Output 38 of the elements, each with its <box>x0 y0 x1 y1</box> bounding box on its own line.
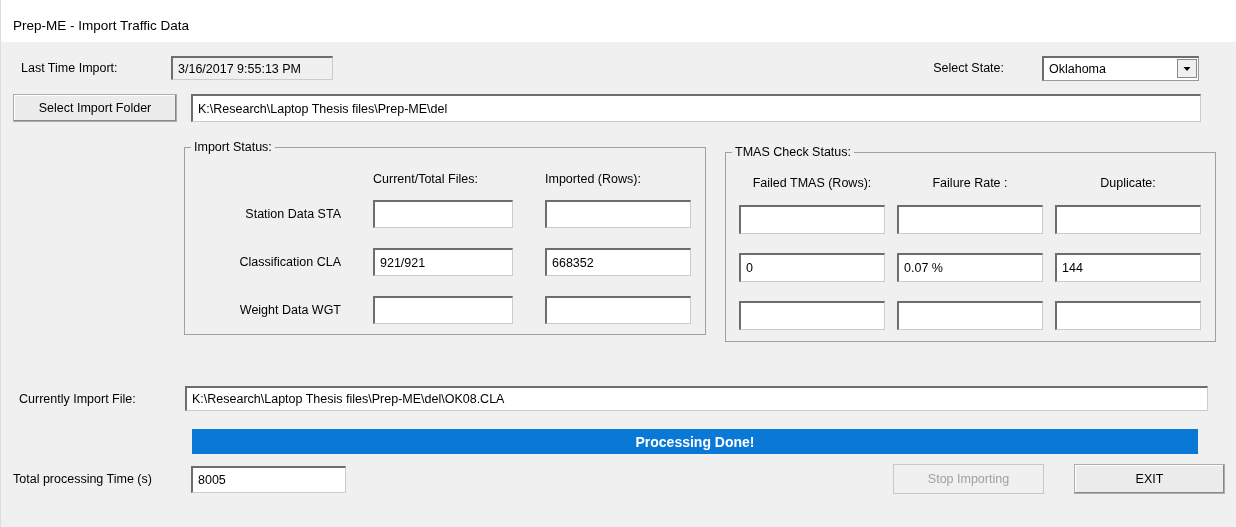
action-button[interactable]: EXIT <box>1074 464 1225 494</box>
column-heading: Failed TMAS (Rows): <box>751 176 873 190</box>
status-field[interactable] <box>897 204 1043 234</box>
files-field[interactable] <box>373 200 513 228</box>
column-heading: Failure Rate : <box>931 176 1009 190</box>
rows-field[interactable]: 668352 <box>545 248 691 276</box>
rows-field[interactable] <box>545 296 691 324</box>
row-label: Station Data STA <box>244 207 341 221</box>
group-title: Import Status: <box>193 140 273 154</box>
status-field[interactable]: 0 <box>739 252 885 282</box>
column-heading: Imported (Rows): <box>545 172 642 186</box>
status-field[interactable] <box>739 204 885 234</box>
progress-text: Processing Done! <box>635 433 755 450</box>
files-field[interactable]: 921/921 <box>373 248 513 276</box>
state-dropdown[interactable]: Oklahoma <box>1042 55 1199 81</box>
status-field[interactable]: 144 <box>1055 252 1201 282</box>
field-label: Last Time Import: <box>20 61 119 75</box>
row-label: Classification CLA <box>238 255 341 269</box>
column-heading: Current/Total Files: <box>373 172 479 186</box>
files-field[interactable] <box>373 296 513 324</box>
status-field[interactable] <box>1055 204 1201 234</box>
field-label: Select State: <box>933 61 1004 75</box>
status-field[interactable]: 0.07 % <box>897 252 1043 282</box>
status-field[interactable] <box>897 300 1043 330</box>
group-title: TMAS Check Status: <box>734 145 852 159</box>
rows-field[interactable] <box>545 200 691 228</box>
select-folder-button[interactable]: Select Import Folder <box>13 94 177 122</box>
field-label: Total processing Time (s) <box>12 472 153 486</box>
total-time-field[interactable]: 8005 <box>191 465 346 493</box>
window-title: Prep-ME - Import Traffic Data <box>13 17 190 33</box>
status-field[interactable] <box>739 300 885 330</box>
row-label: Weight Data WGT <box>238 303 341 317</box>
field-label: Currently Import File: <box>18 391 137 406</box>
folder-path-field[interactable]: K:\Research\Laptop Thesis files\Prep-ME\del <box>191 94 1201 122</box>
status-field[interactable] <box>1055 300 1201 330</box>
last-import-field[interactable]: 3/16/2017 9:55:13 PM <box>171 56 333 80</box>
column-heading: Duplicate: <box>1099 176 1157 190</box>
current-file-field[interactable]: K:\Research\Laptop Thesis files\Prep-ME\del\OK08.CLA <box>185 386 1208 411</box>
